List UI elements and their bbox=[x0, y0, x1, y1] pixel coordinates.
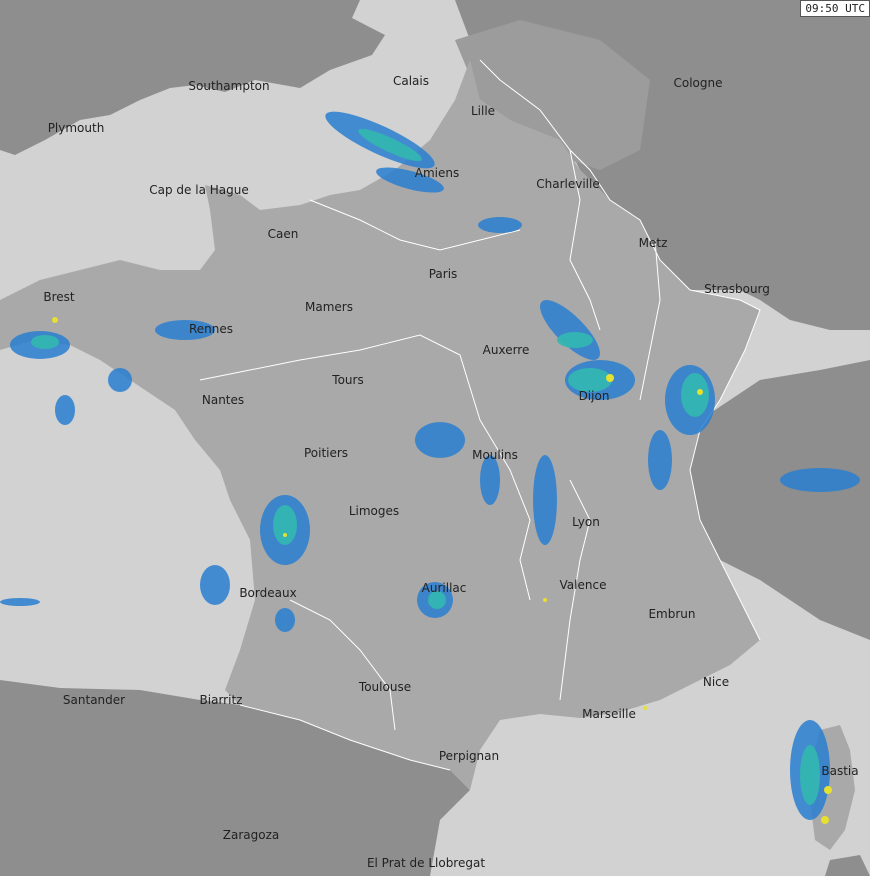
city-southampton: Southampton bbox=[188, 79, 270, 93]
city-caen: Caen bbox=[267, 227, 299, 241]
city-bastia: Bastia bbox=[821, 764, 859, 778]
city-auxerre: Auxerre bbox=[482, 343, 530, 357]
city-cap-de-la-hague: Cap de la Hague bbox=[149, 183, 249, 197]
city-valence: Valence bbox=[559, 578, 607, 592]
radar-map: Southampton Calais Plymouth Lille Cologn… bbox=[0, 0, 870, 876]
city-charleville: Charleville bbox=[536, 177, 600, 191]
city-toulouse: Toulouse bbox=[358, 680, 412, 694]
city-zaragoza: Zaragoza bbox=[222, 828, 280, 842]
city-biarritz: Biarritz bbox=[199, 693, 243, 707]
city-rennes: Rennes bbox=[188, 322, 234, 336]
city-calais: Calais bbox=[392, 74, 430, 88]
city-el-prat: El Prat de Llobregat bbox=[366, 856, 486, 870]
city-amiens: Amiens bbox=[414, 166, 460, 180]
city-aurillac: Aurillac bbox=[421, 581, 467, 595]
city-marseille: Marseille bbox=[582, 707, 636, 721]
city-metz: Metz bbox=[638, 236, 668, 250]
city-strasbourg: Strasbourg bbox=[704, 282, 770, 296]
city-bordeaux: Bordeaux bbox=[239, 586, 297, 600]
timestamp-label: 09:50 UTC bbox=[800, 0, 870, 17]
city-limoges: Limoges bbox=[348, 504, 400, 518]
city-dijon: Dijon bbox=[578, 389, 610, 403]
city-plymouth: Plymouth bbox=[47, 121, 105, 135]
city-moulins: Moulins bbox=[472, 448, 518, 462]
city-lille: Lille bbox=[470, 104, 496, 118]
city-mamers: Mamers bbox=[305, 300, 353, 314]
city-nice: Nice bbox=[702, 675, 730, 689]
city-brest: Brest bbox=[43, 290, 75, 304]
city-embrun: Embrun bbox=[648, 607, 696, 621]
city-santander: Santander bbox=[62, 693, 126, 707]
city-nantes: Nantes bbox=[201, 393, 245, 407]
city-lyon: Lyon bbox=[572, 515, 600, 529]
map-canvas bbox=[0, 0, 870, 876]
city-poitiers: Poitiers bbox=[303, 446, 349, 460]
city-perpignan: Perpignan bbox=[438, 749, 500, 763]
city-paris: Paris bbox=[428, 267, 458, 281]
city-tours: Tours bbox=[332, 373, 364, 387]
city-cologne: Cologne bbox=[673, 76, 723, 90]
